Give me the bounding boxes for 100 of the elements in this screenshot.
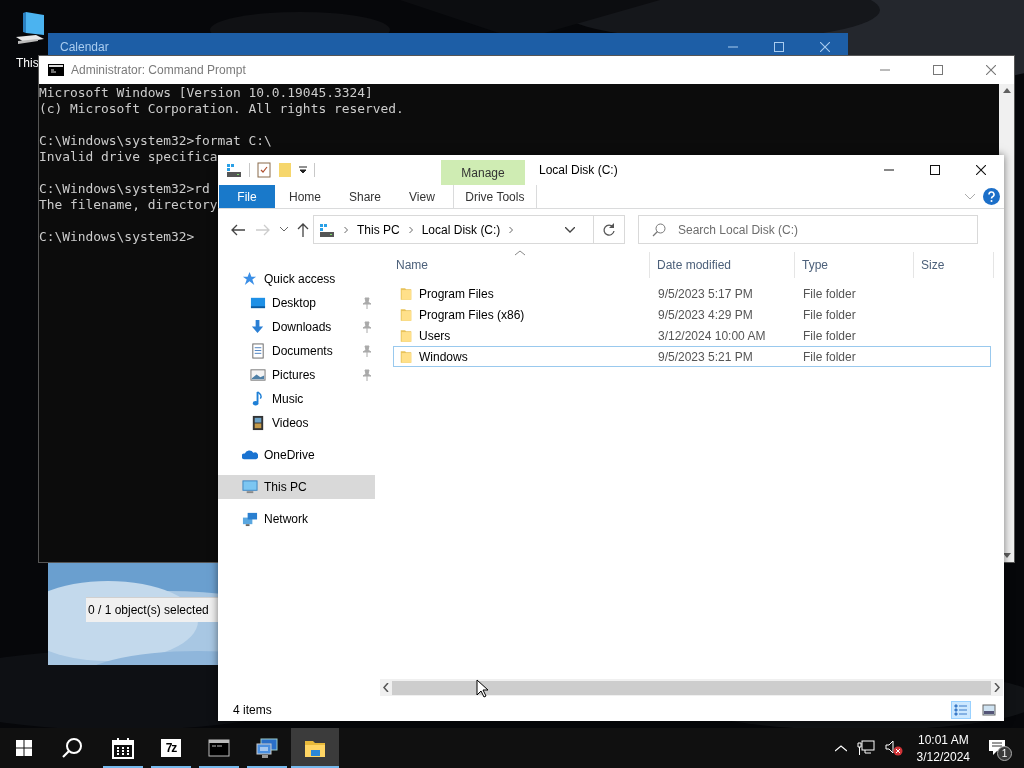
- scroll-thumb[interactable]: [392, 680, 991, 695]
- column-header[interactable]: Type: [795, 252, 914, 278]
- sort-up-icon: [515, 250, 525, 256]
- file-menu-tab[interactable]: File: [219, 185, 275, 208]
- console-line: The filename, directory: [39, 197, 218, 213]
- up-arrow-icon[interactable]: [297, 221, 309, 238]
- folder-icon: [399, 327, 413, 344]
- breadcrumb-item[interactable]: Local Disk (C:): [421, 222, 501, 237]
- column-header[interactable]: Date modified: [650, 252, 795, 278]
- dropdown-icon[interactable]: [565, 226, 575, 233]
- file-name: Program Files (x86): [394, 305, 651, 324]
- date-cell-text: 9/5/2023 5:21 PM: [657, 348, 754, 366]
- search-icon[interactable]: [61, 737, 83, 759]
- checklist-icon[interactable]: [257, 162, 271, 178]
- column-header[interactable]: Name: [392, 252, 650, 278]
- film-icon: [250, 415, 266, 431]
- close-icon[interactable]: [976, 165, 986, 175]
- folder-icon: [399, 348, 413, 365]
- column-header[interactable]: Size: [914, 252, 994, 278]
- large-icons-view-icon: [982, 703, 996, 716]
- nav-item[interactable]: Quick access: [218, 267, 375, 291]
- console-line: (c) Microsoft Corporation. All rights reserved.: [39, 101, 404, 117]
- file-row[interactable]: Windows 9/5/2023 5:21 PM File folder: [393, 346, 991, 367]
- type-cell-text: File folder: [802, 285, 857, 303]
- type-cell-text: File folder: [802, 327, 857, 345]
- search-field[interactable]: Search Local Disk (C:): [638, 215, 978, 244]
- clock-date[interactable]: 3/12/2024: [916, 749, 970, 764]
- icon-label[interactable]: This: [14, 56, 39, 70]
- back-arrow-icon[interactable]: [230, 223, 246, 236]
- window-title: Local Disk (C:): [539, 162, 618, 179]
- archiver-icon: 7z: [161, 739, 181, 757]
- file-row[interactable]: Program Files (x86) 9/5/2023 4:29 PM File folder: [393, 304, 991, 325]
- date-cell-text: 9/5/2023 5:17 PM: [657, 285, 754, 303]
- scrollbar[interactable]: [380, 679, 1003, 696]
- console-icon: [208, 737, 230, 759]
- computer-icon: [242, 479, 258, 495]
- notification-badge: 1: [997, 746, 1012, 761]
- nav-item[interactable]: OneDrive: [218, 443, 375, 467]
- date-cell-text: 3/12/2024 10:00 AM: [657, 327, 767, 345]
- maximize-icon[interactable]: [930, 165, 940, 175]
- type-cell-text: File folder: [802, 306, 857, 324]
- console-line: C:\Windows\system32>rd: [39, 181, 210, 197]
- console-line: Invalid drive specifica: [39, 149, 218, 165]
- nav-item[interactable]: Music: [218, 387, 375, 411]
- desktop-icon: [250, 295, 266, 311]
- nav-item[interactable]: This PC: [218, 475, 375, 499]
- windows-start-icon[interactable]: [16, 740, 32, 756]
- context-tab-group[interactable]: Manage: [441, 160, 525, 185]
- ribbon-tab[interactable]: Share: [335, 185, 396, 208]
- drive-icon: [319, 221, 335, 238]
- star-icon: [242, 271, 258, 287]
- status-text: 4 items: [233, 702, 272, 717]
- breadcrumb-item[interactable]: This PC: [357, 222, 400, 237]
- window-title: Calendar: [60, 40, 109, 54]
- details-view-icon: [954, 703, 968, 716]
- ribbon-tab[interactable]: View: [395, 185, 449, 208]
- console-line: C:\Windows\system32>: [39, 229, 195, 245]
- nav-item[interactable]: Desktop: [218, 291, 375, 315]
- calendar-icon: [112, 737, 134, 759]
- caret-icon[interactable]: [299, 166, 307, 174]
- drive-icon[interactable]: [226, 162, 242, 178]
- console-icon: [48, 64, 64, 76]
- volume-muted-icon[interactable]: [884, 740, 903, 756]
- type-cell-text: File folder: [802, 348, 857, 366]
- forward-arrow-icon: [255, 223, 271, 236]
- console-line: Microsoft Windows [Version 10.0.19045.3324]: [39, 85, 373, 101]
- file-name: Program Files: [394, 284, 651, 303]
- file-name: Users: [394, 326, 651, 345]
- down-arrow-icon[interactable]: [1002, 553, 1011, 558]
- view-toggle[interactable]: [951, 700, 971, 719]
- window-title: Administrator: Command Prompt: [71, 63, 246, 77]
- taskbar-button[interactable]: 7z: [147, 728, 195, 768]
- picture-icon: [250, 367, 266, 383]
- console-line: C:\Windows\system32>format C:\: [39, 133, 272, 149]
- file-row[interactable]: Program Files 9/5/2023 5:17 PM File folder: [393, 283, 991, 304]
- network-monitor-icon: [256, 737, 278, 759]
- clock-time[interactable]: 10:01 AM: [917, 732, 969, 747]
- up-arrow-icon[interactable]: [1002, 88, 1011, 93]
- refresh-icon[interactable]: [602, 222, 616, 237]
- nav-item[interactable]: Documents: [218, 339, 375, 363]
- network-icon: [242, 511, 258, 527]
- document-icon: [250, 343, 266, 359]
- address-bar[interactable]: This PC Local Disk (C:): [313, 215, 625, 244]
- folder-icon: [399, 306, 413, 323]
- mouse-pointer-icon: [476, 679, 488, 698]
- chevron-right-icon: [343, 224, 349, 235]
- nav-item[interactable]: Videos: [218, 411, 375, 435]
- chevron-up-icon[interactable]: [834, 744, 847, 752]
- folder-icon: [399, 285, 413, 302]
- nav-item[interactable]: Pictures: [218, 363, 375, 387]
- date-cell-text: 9/5/2023 4:29 PM: [657, 306, 754, 324]
- nav-item[interactable]: Network: [218, 507, 375, 531]
- search-icon: [652, 223, 666, 237]
- taskbar-button[interactable]: [291, 728, 339, 768]
- network-icon[interactable]: [856, 740, 875, 756]
- file-name: Windows: [394, 347, 651, 366]
- help-icon[interactable]: [983, 188, 1000, 205]
- ribbon-tab[interactable]: Home: [275, 185, 335, 208]
- nav-item[interactable]: Downloads: [218, 315, 375, 339]
- file-row[interactable]: Users 3/12/2024 10:00 AM File folder: [393, 325, 991, 346]
